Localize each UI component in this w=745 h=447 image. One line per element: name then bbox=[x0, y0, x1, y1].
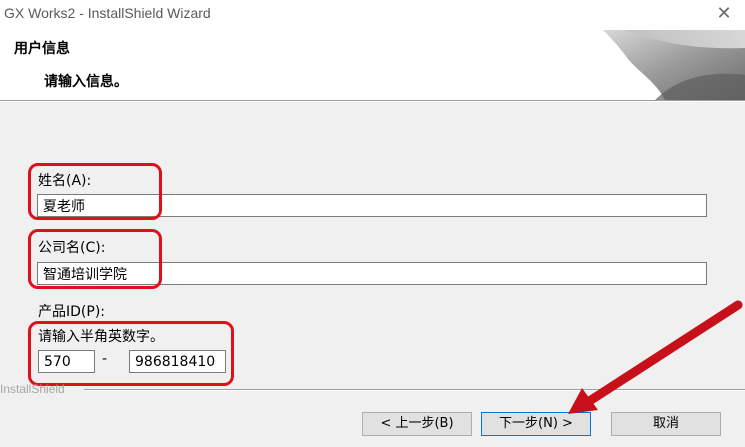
product-id-part2-input[interactable] bbox=[129, 350, 226, 373]
next-button[interactable]: 下一步(N) > bbox=[481, 412, 591, 436]
name-label: 姓名(A): bbox=[38, 173, 92, 189]
header-subtitle: 请输入信息。 bbox=[44, 74, 128, 90]
product-id-label: 产品ID(P): bbox=[38, 304, 105, 320]
installshield-brand: InstallShield bbox=[0, 382, 65, 396]
window-title: GX Works2 - InstallShield Wizard bbox=[4, 5, 211, 21]
close-icon[interactable]: ✕ bbox=[713, 4, 735, 24]
header-divider-highlight bbox=[0, 101, 745, 102]
back-button[interactable]: < 上一步(B) bbox=[362, 412, 472, 436]
product-id-hint: 请输入半角英数字。 bbox=[38, 329, 164, 345]
product-id-separator: - bbox=[102, 351, 108, 367]
cancel-button[interactable]: 取消 bbox=[611, 412, 721, 436]
product-id-part1-input[interactable] bbox=[38, 350, 95, 373]
wizard-header: 用户信息 请输入信息。 bbox=[0, 30, 745, 100]
footer-divider-highlight bbox=[84, 390, 745, 391]
header-graphic-icon bbox=[603, 30, 745, 100]
name-input[interactable] bbox=[37, 194, 707, 217]
header-title: 用户信息 bbox=[14, 41, 70, 57]
company-input[interactable] bbox=[37, 262, 707, 285]
title-bar: GX Works2 - InstallShield Wizard ✕ bbox=[0, 0, 745, 30]
company-label: 公司名(C): bbox=[38, 240, 106, 256]
